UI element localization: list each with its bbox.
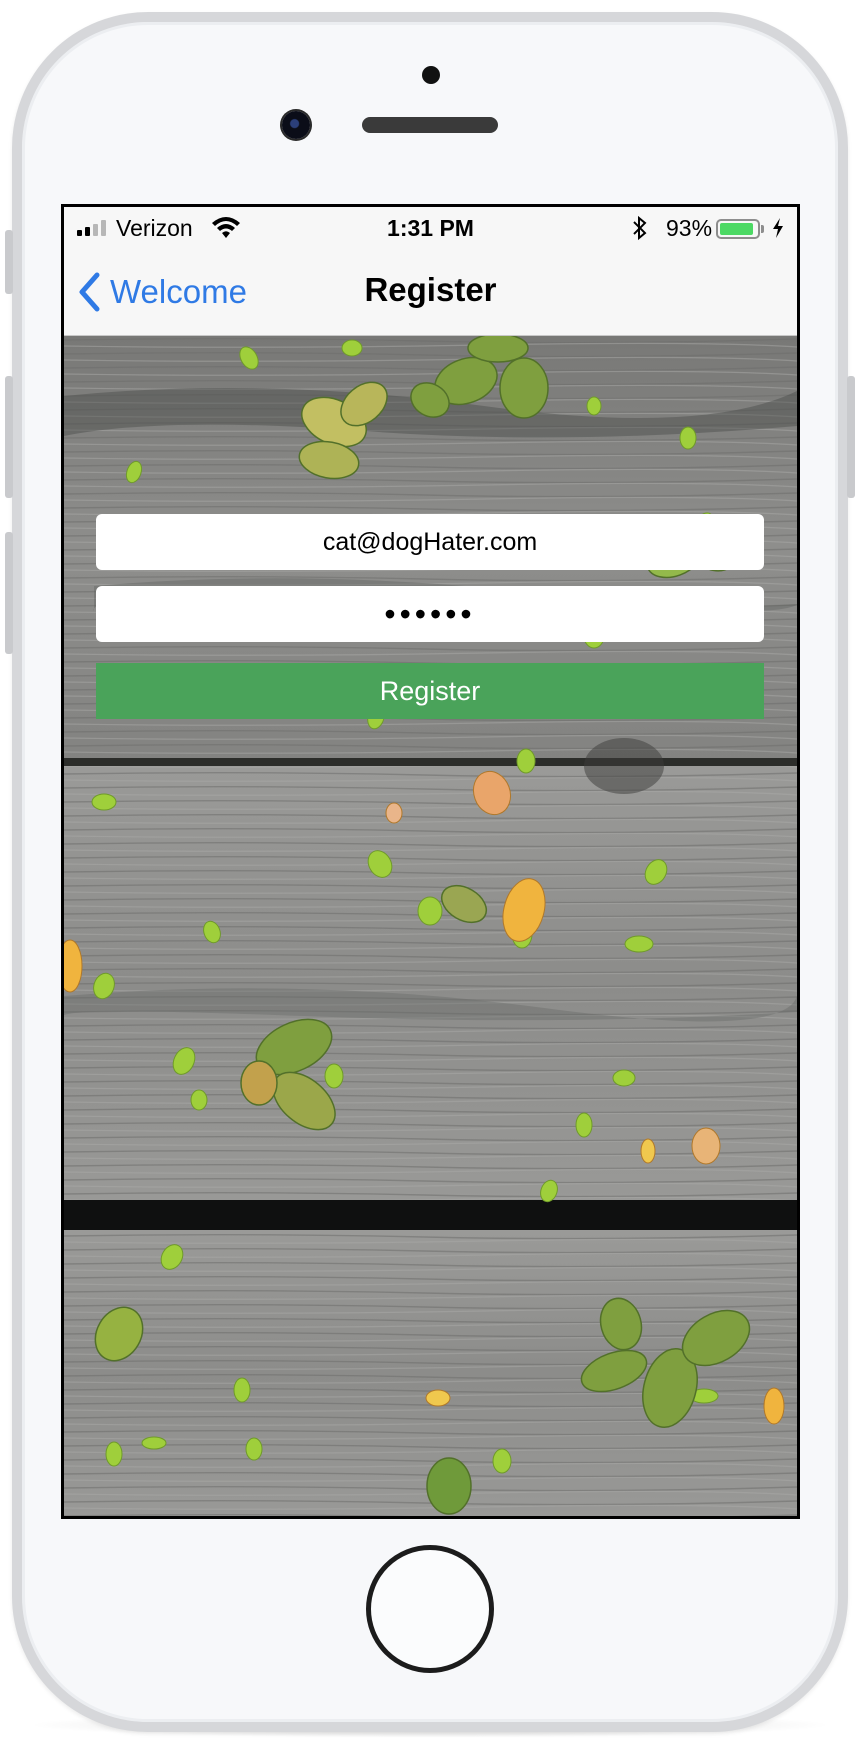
battery-cap	[761, 225, 764, 233]
email-field[interactable]	[96, 514, 764, 570]
volume-up-button	[5, 376, 13, 498]
home-button[interactable]	[366, 1545, 494, 1673]
battery-percentage: 93%	[666, 215, 713, 241]
earpiece-speaker	[362, 117, 498, 133]
stage: Verizon 1:31 PM 93% Welcome Register cat…	[0, 0, 860, 1750]
register-content: Register	[64, 336, 797, 1516]
mute-switch	[5, 230, 13, 294]
status-bar: Verizon 1:31 PM 93%	[64, 207, 797, 249]
volume-down-button	[5, 532, 13, 654]
front-camera	[282, 111, 310, 139]
battery-icon	[716, 219, 760, 239]
battery-level-fill	[720, 223, 754, 235]
charging-icon	[773, 218, 783, 238]
password-field[interactable]	[96, 586, 764, 642]
wood-deck-background	[64, 336, 797, 1516]
power-button	[847, 376, 855, 498]
phone-screen: Verizon 1:31 PM 93% Welcome Register cat…	[61, 204, 800, 1519]
register-button[interactable]: Register	[96, 663, 764, 719]
bluetooth-icon	[633, 215, 647, 241]
page-title: Register	[364, 271, 497, 308]
navigation-bar: Welcome Register	[64, 249, 797, 336]
proximity-sensor	[422, 66, 440, 84]
